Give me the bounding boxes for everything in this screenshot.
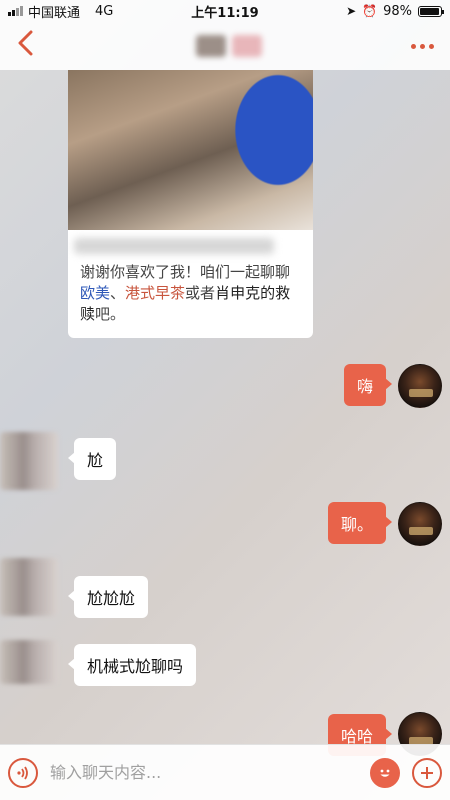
plus-button[interactable] — [412, 757, 442, 788]
emoji-button[interactable] — [370, 757, 400, 788]
card-tag-1[interactable]: 欧美 — [80, 284, 110, 302]
match-card-text: 谢谢你喜欢了我！咱们一起聊聊欧美、港式早茶或者肖申克的救赎吧。 — [68, 254, 313, 335]
status-time: 上午11:19 — [191, 5, 259, 21]
location-icon: ➤ — [346, 4, 357, 18]
message-row-in: 机械式尬聊吗 — [67, 644, 197, 686]
match-photo — [68, 70, 313, 230]
more-dots-icon — [411, 43, 416, 49]
contact-name-blurred — [195, 35, 262, 57]
message-input[interactable] — [50, 754, 358, 791]
battery-icon — [418, 5, 444, 17]
card-text-1: 谢谢你喜欢了我！咱们一起聊聊 — [80, 263, 291, 281]
input-bar — [0, 744, 450, 800]
message-row-in: 尬尬尬 — [67, 576, 149, 618]
contact-avatar[interactable] — [0, 558, 58, 616]
emoji-icon — [380, 769, 390, 777]
message-row-out: 嗨 — [343, 364, 393, 406]
message-bubble[interactable]: 尬尬尬 — [67, 576, 149, 618]
voice-icon — [17, 766, 28, 779]
battery-label: 98% — [383, 3, 412, 19]
status-bar: 中国联通 4G 上午11:19 ➤ ⏰ 98% — [0, 0, 450, 22]
card-text-3: 吧。 — [95, 305, 126, 323]
blurred-caption — [74, 238, 274, 254]
message-bubble[interactable]: 尬 — [67, 438, 117, 480]
message-row-in: 尬 — [67, 438, 117, 480]
signal-icon — [8, 6, 23, 16]
voice-button[interactable] — [8, 757, 38, 788]
self-avatar[interactable] — [398, 502, 442, 546]
network-label: 4G — [95, 3, 114, 19]
message-bubble[interactable]: 机械式尬聊吗 — [67, 644, 197, 686]
alarm-icon: ⏰ — [362, 4, 378, 18]
card-tag-2[interactable]: 港式早茶 — [125, 284, 185, 302]
contact-avatar[interactable] — [0, 432, 58, 490]
chat-header — [0, 22, 450, 70]
plus-icon — [421, 766, 433, 779]
back-button[interactable] — [16, 30, 46, 62]
message-bubble[interactable]: 嗨 — [343, 364, 393, 406]
match-card[interactable]: 谢谢你喜欢了我！咱们一起聊聊欧美、港式早茶或者肖申克的救赎吧。 — [68, 70, 313, 338]
card-text-2: 或者 — [185, 284, 216, 302]
message-bubble[interactable]: 聊。 — [327, 502, 393, 544]
chevron-left-icon — [18, 30, 33, 56]
carrier-label: 中国联通 — [28, 5, 81, 21]
message-row-out: 聊。 — [327, 502, 393, 544]
more-button[interactable] — [411, 43, 434, 49]
card-sep: 、 — [110, 284, 126, 302]
contact-avatar[interactable] — [0, 640, 58, 684]
self-avatar[interactable] — [398, 364, 442, 408]
